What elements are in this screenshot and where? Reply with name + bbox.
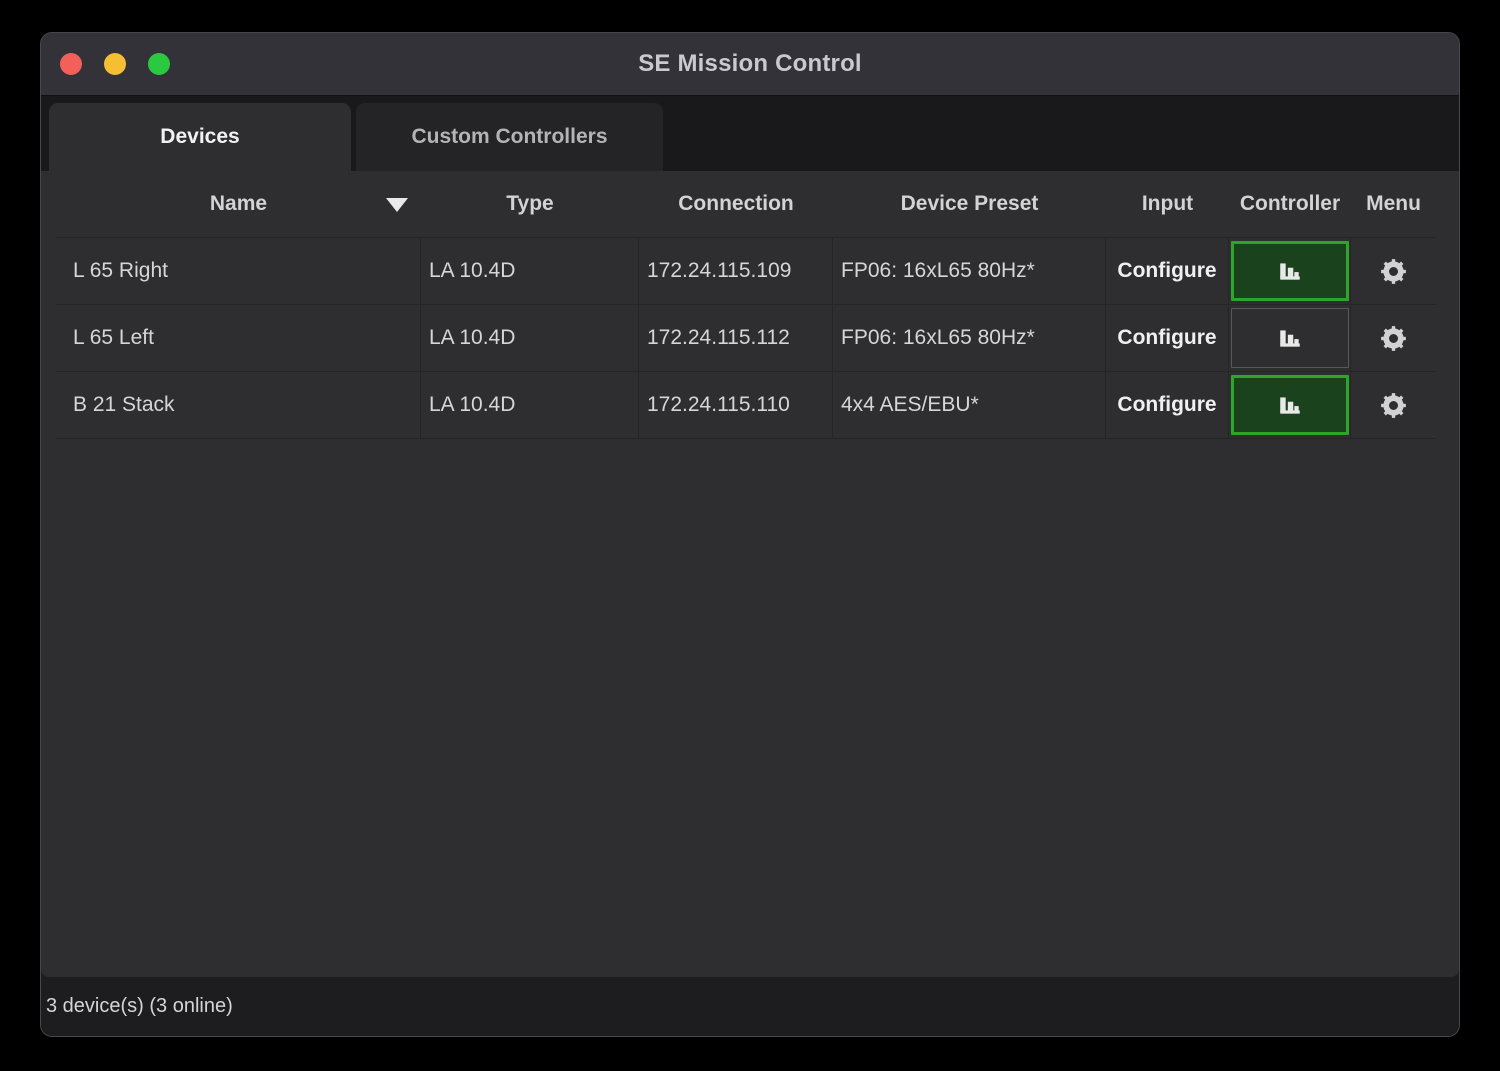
- column-header-name[interactable]: Name: [56, 171, 421, 237]
- device-preset-cell: FP06: 16xL65 80Hz*: [833, 238, 1106, 304]
- device-menu-button[interactable]: [1374, 251, 1414, 291]
- bar-chart-icon: [1277, 261, 1303, 281]
- controller-cell: [1229, 305, 1351, 371]
- title-bar: SE Mission Control: [41, 33, 1459, 96]
- menu-cell: [1351, 238, 1436, 304]
- bar-chart-icon: [1277, 395, 1303, 415]
- device-type-cell: LA 10.4D: [421, 305, 639, 371]
- column-header-menu[interactable]: Menu: [1351, 171, 1436, 237]
- device-preset-cell: FP06: 16xL65 80Hz*: [833, 305, 1106, 371]
- column-header-device-preset[interactable]: Device Preset: [833, 171, 1106, 237]
- gear-icon: [1380, 325, 1407, 352]
- menu-cell: [1351, 372, 1436, 438]
- configure-input-button[interactable]: Configure: [1106, 305, 1229, 371]
- window-title: SE Mission Control: [41, 50, 1459, 78]
- sort-descending-icon: [386, 198, 408, 212]
- controller-toggle-button[interactable]: [1231, 308, 1349, 368]
- column-header-controller[interactable]: Controller: [1229, 171, 1351, 237]
- status-bar: 3 device(s) (3 online): [41, 977, 1459, 1036]
- column-header-device-preset-label: Device Preset: [901, 192, 1039, 216]
- device-menu-button[interactable]: [1374, 318, 1414, 358]
- app-window: SE Mission Control Devices Custom Contro…: [40, 32, 1460, 1037]
- gear-icon: [1380, 258, 1407, 285]
- column-header-name-label: Name: [210, 192, 267, 216]
- table-row: B 21 Stack LA 10.4D 172.24.115.110 4x4 A…: [56, 372, 1436, 439]
- column-header-input-label: Input: [1142, 192, 1193, 216]
- controller-cell: [1229, 238, 1351, 304]
- column-header-controller-label: Controller: [1240, 192, 1340, 216]
- configure-input-button[interactable]: Configure: [1106, 238, 1229, 304]
- column-header-connection[interactable]: Connection: [639, 171, 833, 237]
- device-count-status: 3 device(s) (3 online): [46, 995, 233, 1018]
- bar-chart-icon: [1277, 328, 1303, 348]
- controller-toggle-button[interactable]: [1231, 241, 1349, 301]
- device-table: Name Type Connection Device Preset Input…: [56, 171, 1436, 439]
- device-menu-button[interactable]: [1374, 385, 1414, 425]
- devices-panel: Name Type Connection Device Preset Input…: [41, 171, 1459, 977]
- tab-bar: Devices Custom Controllers: [41, 96, 1459, 171]
- column-header-input[interactable]: Input: [1106, 171, 1229, 237]
- tab-devices[interactable]: Devices: [49, 103, 351, 171]
- table-header-row: Name Type Connection Device Preset Input…: [56, 171, 1436, 238]
- tab-devices-label: Devices: [160, 125, 239, 149]
- table-row: L 65 Right LA 10.4D 172.24.115.109 FP06:…: [56, 238, 1436, 305]
- controller-cell: [1229, 372, 1351, 438]
- device-connection-cell: 172.24.115.112: [639, 305, 833, 371]
- tab-custom-controllers[interactable]: Custom Controllers: [356, 103, 663, 171]
- controller-toggle-button[interactable]: [1231, 375, 1349, 435]
- device-name-cell: L 65 Right: [56, 238, 421, 304]
- device-connection-cell: 172.24.115.109: [639, 238, 833, 304]
- column-header-connection-label: Connection: [678, 192, 794, 216]
- device-name-cell: L 65 Left: [56, 305, 421, 371]
- column-header-type[interactable]: Type: [421, 171, 639, 237]
- menu-cell: [1351, 305, 1436, 371]
- device-connection-cell: 172.24.115.110: [639, 372, 833, 438]
- table-row: L 65 Left LA 10.4D 172.24.115.112 FP06: …: [56, 305, 1436, 372]
- device-name-cell: B 21 Stack: [56, 372, 421, 438]
- device-type-cell: LA 10.4D: [421, 238, 639, 304]
- gear-icon: [1380, 392, 1407, 419]
- configure-input-button[interactable]: Configure: [1106, 372, 1229, 438]
- column-header-menu-label: Menu: [1366, 192, 1421, 216]
- device-type-cell: LA 10.4D: [421, 372, 639, 438]
- device-preset-cell: 4x4 AES/EBU*: [833, 372, 1106, 438]
- column-header-type-label: Type: [506, 192, 553, 216]
- tab-custom-controllers-label: Custom Controllers: [411, 125, 607, 149]
